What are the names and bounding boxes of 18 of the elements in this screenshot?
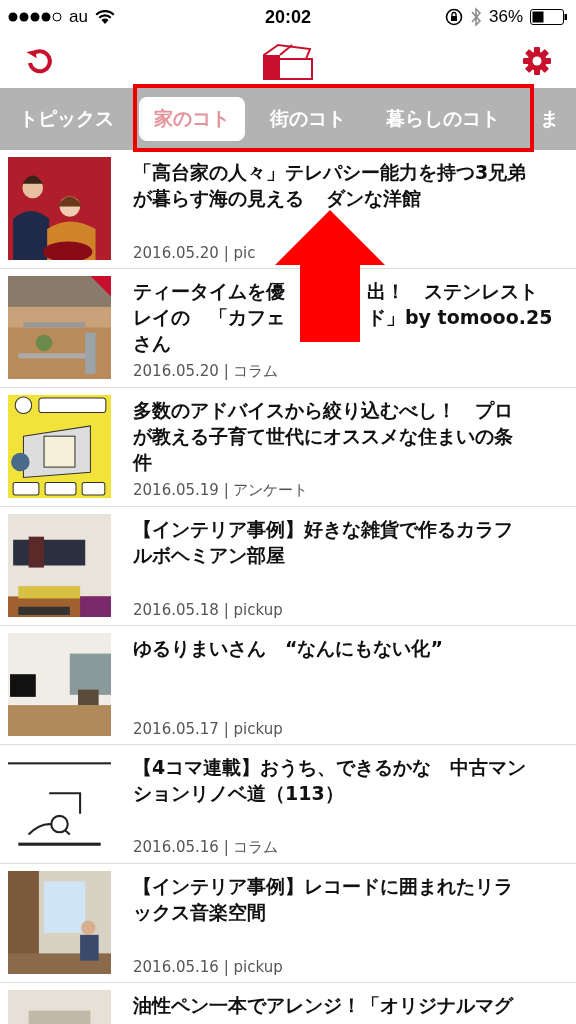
battery-percent: 36% xyxy=(488,7,523,27)
article-title[interactable]: 多数のアドバイスから絞り込むべし！ プロ が教える子育て世代にオススメな住まいの条 件 xyxy=(133,397,513,475)
article-title[interactable]: 【インテリア事例】好きな雑貨で作るカラフ ルボヘミアン部屋 xyxy=(133,516,513,568)
article-meta: 2016.05.20 | pic xyxy=(133,244,257,262)
article-meta: 2016.05.18 | pickup xyxy=(133,601,284,619)
article-meta: 2016.05.16 | コラム xyxy=(133,838,280,857)
article-title[interactable]: 【インテリア事例】レコードに囲まれたリラ ックス音楽空間 xyxy=(133,873,513,925)
article-title[interactable]: 【4コマ連載】おうち、できるかな 中古マン ションリノベ道（113） xyxy=(133,754,527,806)
clock-time: 20:02 xyxy=(265,6,311,28)
article-meta: 2016.05.20 | コラム xyxy=(133,362,280,381)
article-title[interactable]: 油性ペン一本でアレンジ！「オリジナルマグ xyxy=(133,992,513,1018)
carrier-name: au xyxy=(69,7,88,27)
article-meta: 2016.05.17 | pickup xyxy=(133,720,284,738)
article-meta: 2016.05.16 | pickup xyxy=(133,958,284,976)
article-title[interactable]: 「高台家の人々」テレパシー能力を持つ3兄弟 が暮らす海の見える ダンな洋館 xyxy=(133,159,527,211)
article-meta: 2016.05.19 | アンケート xyxy=(133,481,310,500)
article-title[interactable]: ゆるりまいさん “なんにもない化” xyxy=(133,635,443,661)
article-title[interactable]: ティータイムを優 出！ ステンレスト レイの 「カフェ ド」by tomooo.25 さん xyxy=(133,278,553,356)
